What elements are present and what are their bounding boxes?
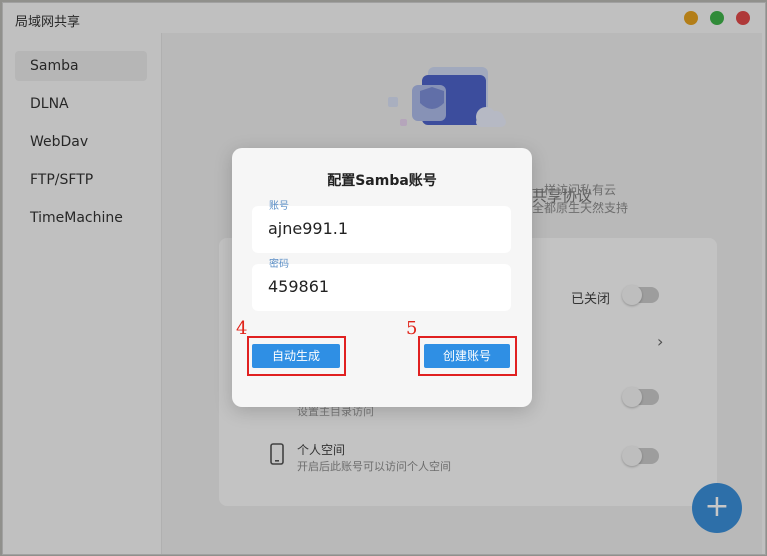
password-field: 密码 [252,259,511,311]
create-account-highlight [418,336,517,376]
account-input[interactable] [268,219,488,238]
auto-generate-highlight [247,336,346,376]
dialog-title: 配置Samba账号 [327,173,437,189]
password-input[interactable] [268,277,488,296]
step-number-5: 5 [406,318,418,339]
step-number-4: 4 [236,318,248,339]
account-label: 账号 [269,201,289,212]
account-field: 账号 [252,201,511,253]
password-label: 密码 [269,259,289,270]
